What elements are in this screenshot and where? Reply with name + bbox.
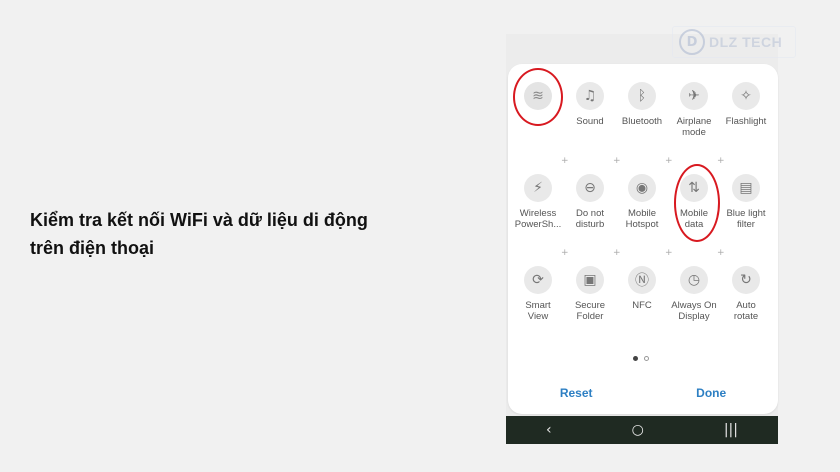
plus-marker: + [717, 156, 725, 166]
tile-label: Blue light filter [726, 208, 766, 230]
tile-bluetooth[interactable]: ᛒ Bluetooth [616, 78, 668, 170]
tile-mobile-hotspot[interactable]: ◉ Mobile Hotspot [616, 170, 668, 262]
tile-smart-view[interactable]: ⟳ Smart View [512, 262, 564, 348]
plus-marker: + [613, 248, 621, 258]
wifi-icon: ≋ [524, 82, 552, 110]
tile-secure-folder[interactable]: ▣ Secure Folder [564, 262, 616, 348]
done-button[interactable]: Done [676, 382, 746, 404]
logo-mark: D [679, 29, 705, 55]
blue-light-filter-icon: ▤ [732, 174, 760, 202]
tile-label: Do not disturb [575, 208, 605, 230]
tile-label: Bluetooth [621, 116, 663, 127]
reset-button[interactable]: Reset [540, 382, 613, 404]
tile-airplane[interactable]: ✈ Airplane mode [668, 78, 720, 170]
quick-settings-grid: ≋ ♫ Sound ᛒ Bluetooth ✈ Airplane mode ✧ Flashlig… [512, 78, 772, 348]
page-dot [644, 356, 649, 361]
plus-marker: + [561, 156, 569, 166]
tile-always-on-display[interactable]: ◷ Always On Display [668, 262, 720, 348]
always-on-display-icon: ◷ [680, 266, 708, 294]
plus-marker: + [561, 248, 569, 258]
tile-label: Secure Folder [574, 300, 606, 322]
tile-label: Always On Display [671, 300, 717, 322]
tile-wifi[interactable]: ≋ [512, 78, 564, 170]
tile-do-not-disturb[interactable]: ⊖ Do not disturb [564, 170, 616, 262]
plus-marker: + [665, 156, 673, 166]
tile-label: Auto rotate [733, 300, 759, 322]
mobile-data-icon: ⇅ [680, 174, 708, 202]
bluetooth-icon: ᛒ [628, 82, 656, 110]
secure-folder-icon: ▣ [576, 266, 604, 294]
navigation-bar: ‹ ○ ||| [506, 416, 778, 444]
battery-share-icon: ⚡ [524, 174, 552, 202]
do-not-disturb-icon: ⊖ [576, 174, 604, 202]
tile-label: Mobile Hotspot [625, 208, 659, 230]
plus-marker: + [613, 156, 621, 166]
plus-marker: + [717, 248, 725, 258]
auto-rotate-icon: ↻ [732, 266, 760, 294]
tile-label: Smart View [525, 300, 551, 322]
caption: Kiểm tra kết nối WiFi và dữ liệu di động… [30, 206, 450, 262]
dlz-tech-logo: D DLZ TECH [672, 26, 796, 58]
tile-blue-light-filter[interactable]: ▤ Blue light filter [720, 170, 772, 262]
tile-label: Sound [576, 116, 604, 127]
tile-label: Airplane mode [676, 116, 712, 138]
caption-line-2: trên điện thoại [30, 238, 155, 258]
tile-flashlight[interactable]: ✧ Flashlight [720, 78, 772, 170]
page-dot [633, 356, 638, 361]
smart-view-icon: ⟳ [524, 266, 552, 294]
nfc-icon: Ⓝ [628, 266, 656, 294]
action-bar: Reset Done [508, 372, 778, 414]
logo-text: DLZ TECH [709, 34, 783, 50]
hotspot-icon: ◉ [628, 174, 656, 202]
page-indicator [633, 356, 649, 361]
tile-label: Flashlight [725, 116, 767, 127]
airplane-icon: ✈ [680, 82, 708, 110]
tile-wireless-powershare[interactable]: ⚡ Wireless PowerSh... [512, 170, 564, 262]
recents-icon[interactable]: ||| [724, 422, 738, 438]
tile-label: NFC [632, 300, 652, 311]
caption-line-1: Kiểm tra kết nối WiFi và dữ liệu di động [30, 210, 368, 230]
tile-auto-rotate[interactable]: ↻ Auto rotate [720, 262, 772, 348]
tile-nfc[interactable]: Ⓝ NFC [616, 262, 668, 348]
plus-marker: + [665, 248, 673, 258]
flashlight-icon: ✧ [732, 82, 760, 110]
sound-icon: ♫ [576, 82, 604, 110]
tile-mobile-data[interactable]: ⇅ Mobile data [668, 170, 720, 262]
tile-label: Wireless PowerSh... [514, 208, 562, 230]
home-icon[interactable]: ○ [632, 422, 644, 438]
back-icon[interactable]: ‹ [546, 422, 552, 438]
tile-sound[interactable]: ♫ Sound [564, 78, 616, 170]
tile-label: Mobile data [680, 208, 708, 230]
